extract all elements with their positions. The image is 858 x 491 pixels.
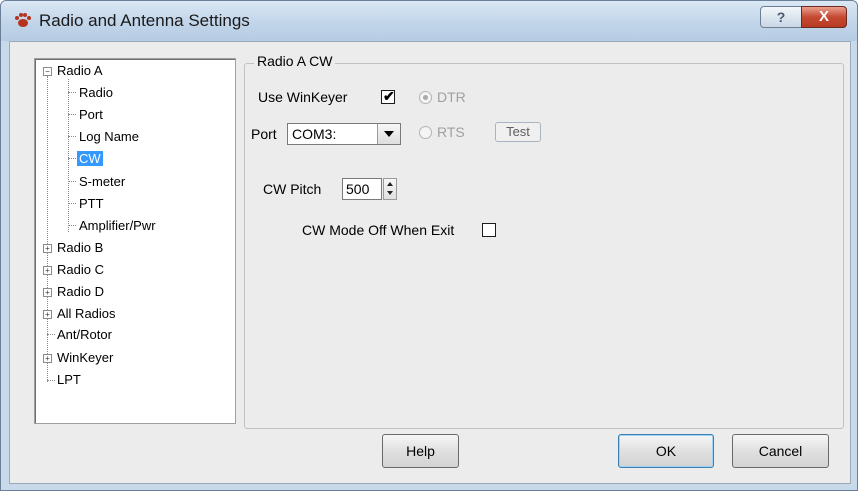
tree-item-label: CW xyxy=(77,151,103,166)
tree-item-label: Radio xyxy=(79,85,113,100)
tree-item-label: Log Name xyxy=(79,129,139,144)
title-help-button[interactable]: ? xyxy=(760,6,802,28)
tree-item-label: Amplifier/Pwr xyxy=(79,218,156,233)
tree-item-amplifier-pwr[interactable]: Amplifier/Pwr xyxy=(79,218,156,234)
spin-up-icon[interactable] xyxy=(387,182,393,186)
tree-item-ptt[interactable]: PTT xyxy=(79,196,104,212)
tree-item-s-meter[interactable]: S-meter xyxy=(79,174,125,190)
cw-pitch-input[interactable]: 500 xyxy=(342,178,382,200)
expand-icon[interactable]: + xyxy=(43,244,52,253)
expand-icon[interactable]: + xyxy=(43,354,52,363)
radio-a-cw-groupbox xyxy=(244,63,844,429)
rts-radio[interactable] xyxy=(419,126,432,139)
chevron-down-icon xyxy=(384,131,394,137)
cw-pitch-label: CW Pitch xyxy=(263,181,322,197)
close-icon: X xyxy=(818,8,829,25)
radio-selected-dot xyxy=(423,95,428,100)
question-icon: ? xyxy=(776,9,786,25)
tree-connector xyxy=(47,76,48,382)
tree-connector xyxy=(68,181,76,182)
title-bar[interactable]: Radio and Antenna Settings ? X xyxy=(1,1,857,41)
tree-connector xyxy=(47,334,55,335)
dialog-client-area: − Radio A Radio Port Log Name CW S-meter… xyxy=(9,41,851,484)
paw-icon xyxy=(15,13,31,27)
dtr-label: DTR xyxy=(437,89,466,105)
tree-item-cw[interactable]: CW xyxy=(77,151,103,167)
dropdown-button[interactable] xyxy=(377,124,400,144)
dtr-radio[interactable] xyxy=(419,91,432,104)
tree-item-port[interactable]: Port xyxy=(79,107,103,123)
tree-item-label: Ant/Rotor xyxy=(57,327,112,342)
tree-item-log-name[interactable]: Log Name xyxy=(79,129,139,145)
tree-item-label: Radio A xyxy=(57,63,103,78)
tree-item-label: S-meter xyxy=(79,174,126,189)
groupbox-title: Radio A CW xyxy=(254,53,336,69)
cw-pitch-spinner[interactable] xyxy=(383,178,397,200)
tree-connector xyxy=(68,136,76,137)
tree-item-label: Port xyxy=(79,107,103,122)
expand-icon[interactable]: + xyxy=(43,288,52,297)
port-select[interactable]: COM3: xyxy=(287,123,401,145)
expand-icon[interactable]: + xyxy=(43,310,52,319)
tree-connector xyxy=(68,114,76,115)
use-winkeyer-checkbox[interactable]: ✔ xyxy=(381,88,395,104)
port-select-value: COM3: xyxy=(292,126,337,142)
tree-connector xyxy=(68,79,69,232)
expand-icon[interactable]: + xyxy=(43,266,52,275)
tree-item-label: Radio D xyxy=(57,284,104,299)
checkmark-icon: ✔ xyxy=(383,88,395,104)
tree-item-label: PTT xyxy=(79,196,104,211)
use-winkeyer-label: Use WinKeyer xyxy=(258,89,348,105)
settings-tree[interactable]: − Radio A Radio Port Log Name CW S-meter… xyxy=(34,58,236,424)
tree-item-ant-rotor[interactable]: Ant/Rotor xyxy=(57,327,112,343)
tree-item-lpt[interactable]: LPT xyxy=(57,372,81,388)
cw-mode-off-checkbox[interactable] xyxy=(482,223,496,237)
tree-connector xyxy=(68,225,76,226)
tree-connector xyxy=(68,203,76,204)
tree-connector xyxy=(68,158,76,159)
window-title: Radio and Antenna Settings xyxy=(39,11,250,30)
spin-down-icon[interactable] xyxy=(387,191,393,195)
tree-connector xyxy=(47,380,55,381)
dialog-window: Radio and Antenna Settings ? X − Radio A… xyxy=(0,0,858,491)
tree-item-label: Radio B xyxy=(57,240,104,255)
close-button[interactable]: X xyxy=(801,6,847,28)
test-button[interactable]: Test xyxy=(495,122,541,142)
cw-mode-off-label: CW Mode Off When Exit xyxy=(302,222,455,238)
tree-item-radio[interactable]: Radio xyxy=(79,85,113,101)
help-button[interactable]: Help xyxy=(382,434,459,468)
cancel-button[interactable]: Cancel xyxy=(732,434,829,468)
tree-item-label: LPT xyxy=(57,372,81,387)
tree-item-label: All Radios xyxy=(57,306,116,321)
tree-connector xyxy=(68,92,76,93)
port-label: Port xyxy=(251,126,277,142)
ok-button[interactable]: OK xyxy=(618,434,714,468)
collapse-icon[interactable]: − xyxy=(43,67,52,76)
tree-item-label: Radio C xyxy=(57,262,104,277)
tree-item-label: WinKeyer xyxy=(57,350,114,365)
rts-label: RTS xyxy=(437,124,465,140)
